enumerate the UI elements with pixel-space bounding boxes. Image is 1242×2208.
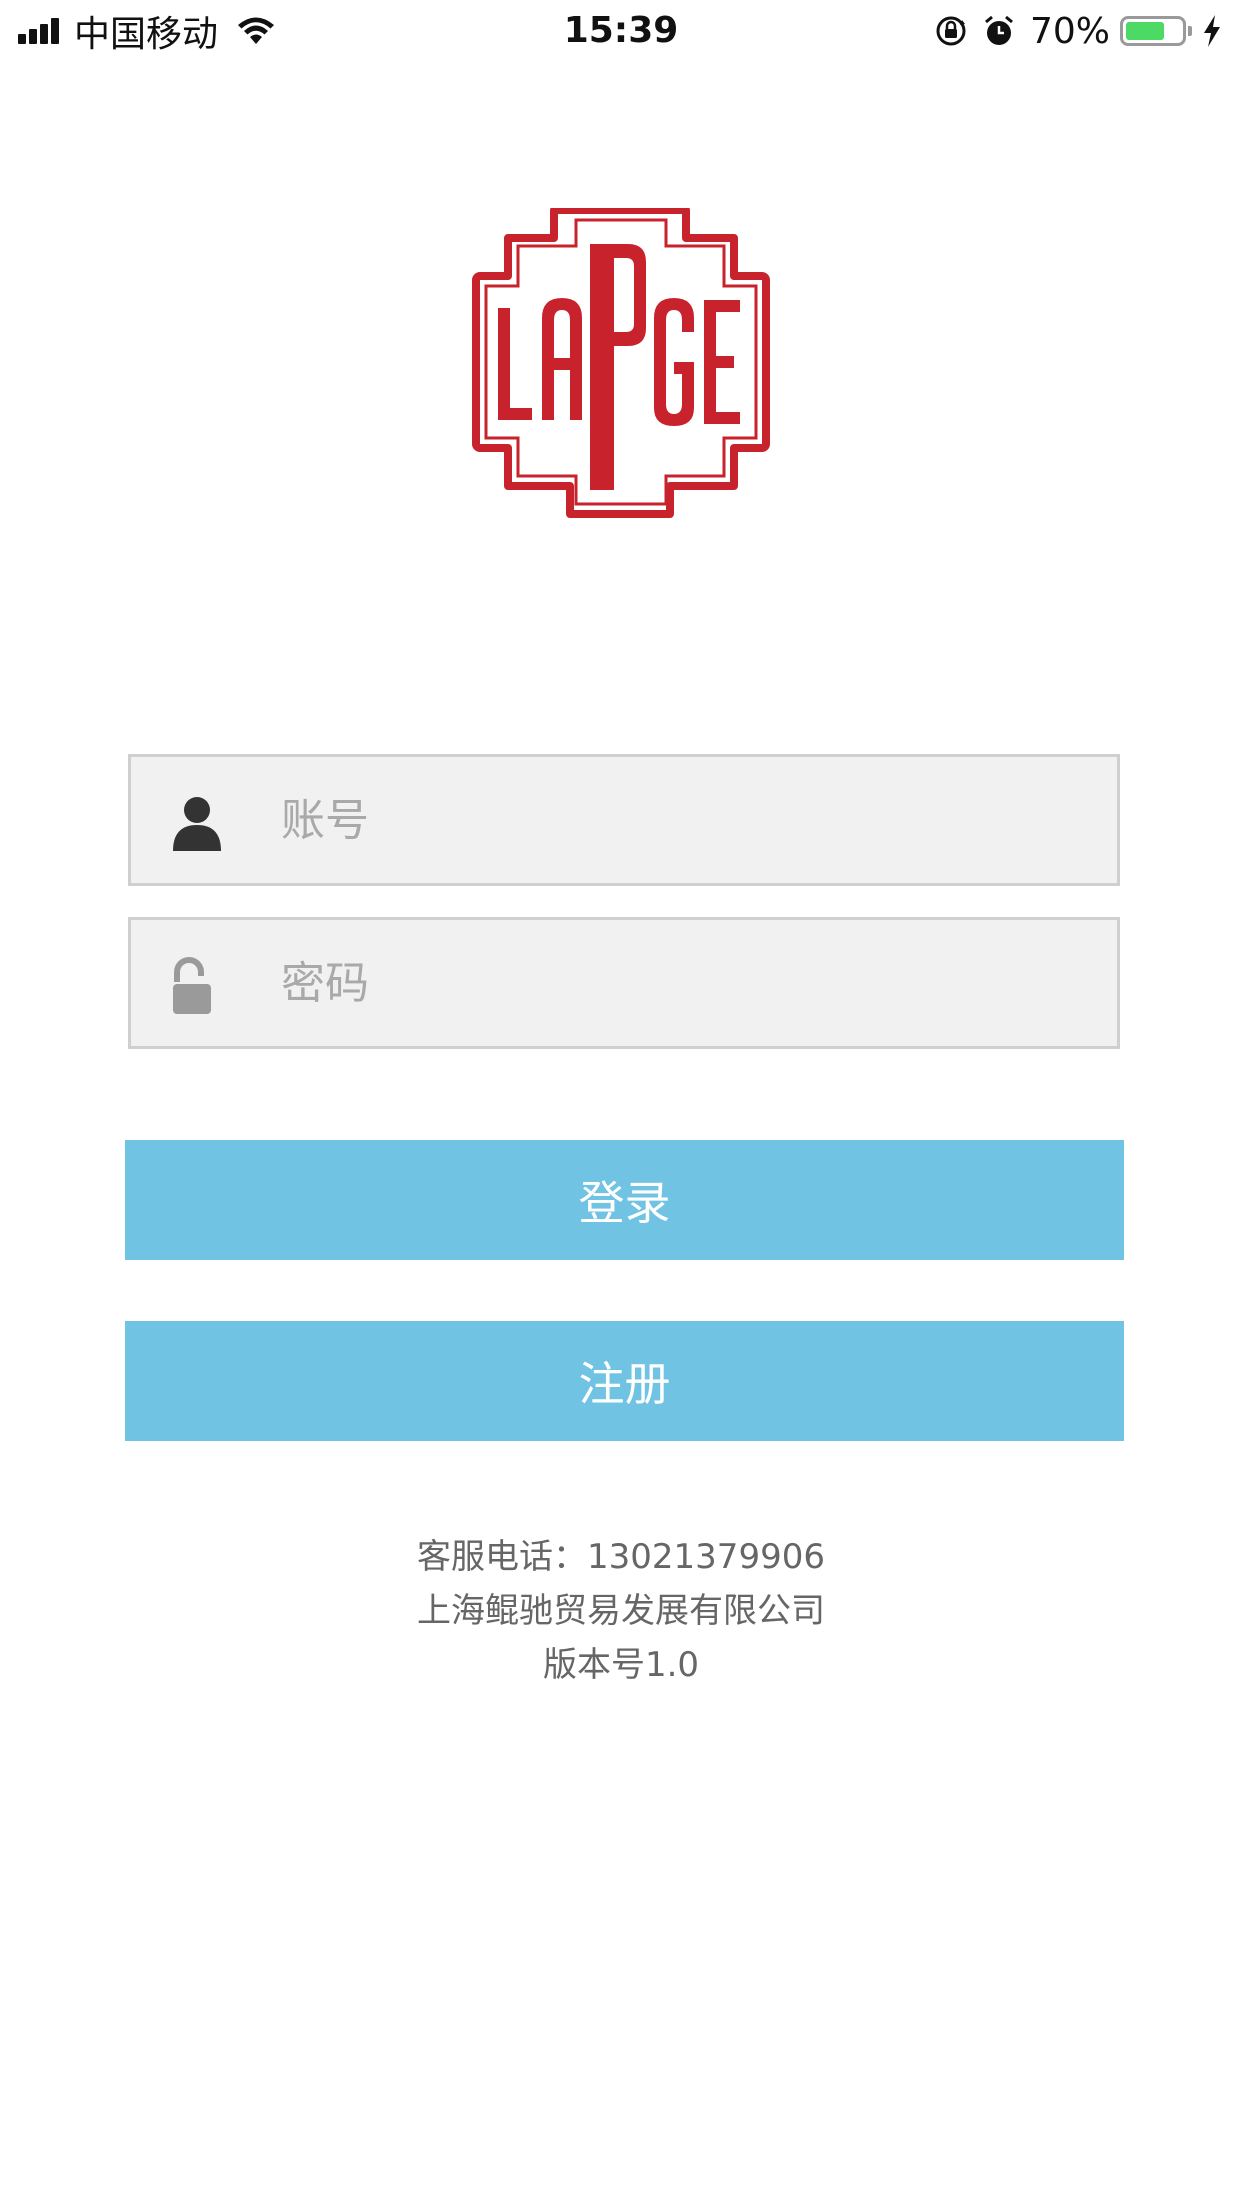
battery-percent: 70% — [1029, 10, 1110, 52]
battery-fill — [1126, 22, 1164, 40]
status-bar: 中国移动 15:39 70% — [0, 0, 1242, 62]
lapge-logo — [472, 208, 770, 518]
service-phone-text: 客服电话：13021379906 — [417, 1537, 825, 1577]
charging-bolt-icon — [1204, 15, 1220, 47]
user-icon — [173, 797, 221, 851]
company-name-text: 上海鲲驰贸易发展有限公司 — [417, 1591, 825, 1631]
login-button[interactable]: 登录 — [125, 1140, 1124, 1260]
account-input[interactable] — [281, 757, 1081, 883]
password-field[interactable] — [128, 917, 1120, 1049]
footer: 客服电话：13021379906 上海鲲驰贸易发展有限公司 版本号1.0 — [0, 1530, 1242, 1692]
status-bar-right: 70% — [934, 8, 1222, 54]
alarm-icon — [985, 15, 1013, 45]
unlock-icon — [173, 957, 211, 1014]
battery-icon — [1120, 16, 1192, 46]
version-text: 版本号1.0 — [542, 1645, 700, 1685]
password-input[interactable] — [281, 920, 1081, 1046]
register-button[interactable]: 注册 — [125, 1321, 1124, 1441]
orientation-lock-icon — [936, 16, 966, 46]
account-field[interactable] — [128, 754, 1120, 886]
